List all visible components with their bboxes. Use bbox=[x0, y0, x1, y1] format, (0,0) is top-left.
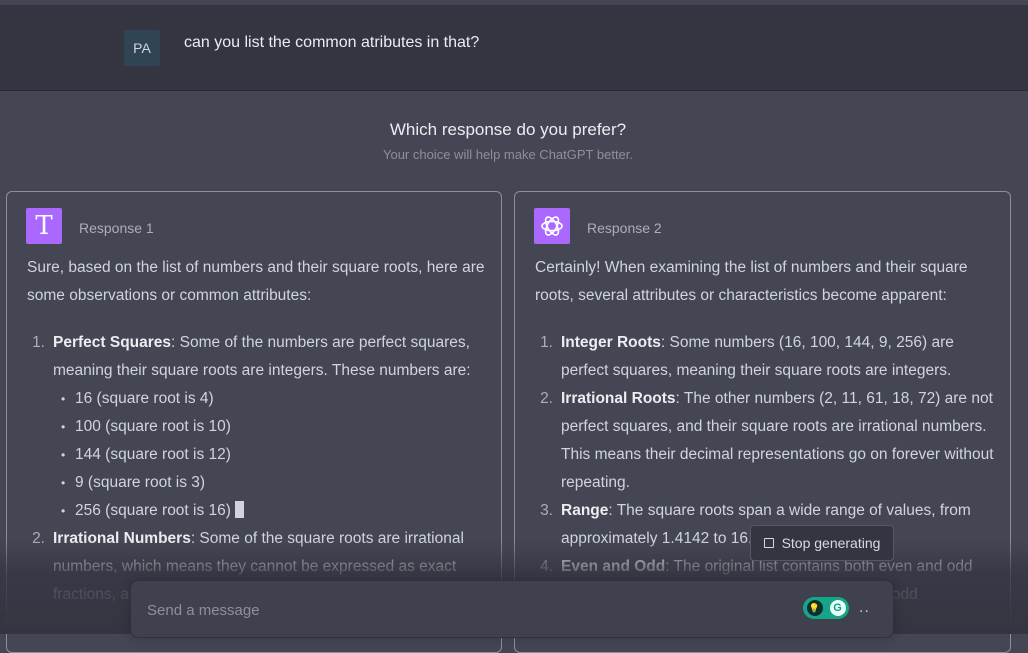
sub-list-item: • 100 (square root is 10) bbox=[61, 418, 231, 435]
sub-list-item: • 9 (square root is 3) bbox=[61, 474, 206, 491]
user-message-text: can you list the common atributes in tha… bbox=[184, 34, 480, 51]
typing-cursor bbox=[234, 501, 244, 518]
message-composer: 💡 G .. bbox=[130, 580, 894, 638]
item-title: Irrational Roots bbox=[561, 390, 676, 407]
response-1-intro: Sure, based on the list of numbers and t… bbox=[27, 259, 485, 304]
item-title: Integer Roots bbox=[561, 334, 661, 351]
openai-logo-icon bbox=[534, 208, 570, 244]
list-item: 1. Perfect Squares: Some of the numbers … bbox=[27, 329, 487, 525]
sub-list-item: • 256 (square root is 16) bbox=[53, 497, 487, 525]
item-title: Even and Odd bbox=[561, 558, 666, 575]
preference-subtitle: Your choice will help make ChatGPT bette… bbox=[382, 147, 634, 162]
message-input[interactable] bbox=[145, 598, 769, 622]
user-message-row: PA can you list the common atributes in … bbox=[0, 5, 1028, 91]
sub-list-item: • 16 (square root is 4) bbox=[61, 390, 214, 407]
stop-generating-button[interactable]: Stop generating bbox=[750, 525, 894, 561]
list-item: 2. Irrational Roots: The other numbers (… bbox=[540, 390, 994, 491]
response-2-label: Response 2 bbox=[587, 220, 662, 236]
item-title: Irrational Numbers bbox=[53, 530, 191, 547]
response-1-list: 1. Perfect Squares: Some of the numbers … bbox=[27, 329, 487, 609]
letter-t-icon: T bbox=[26, 208, 62, 244]
preference-title: Which response do you prefer? bbox=[389, 120, 627, 139]
item-title: Range bbox=[561, 502, 609, 519]
user-avatar: PA bbox=[124, 30, 160, 66]
grammar-extension-widget[interactable]: 💡 G bbox=[803, 597, 849, 619]
item-title: Perfect Squares bbox=[53, 334, 172, 351]
stop-square-icon bbox=[763, 538, 774, 548]
grammarly-icon[interactable]: G bbox=[829, 600, 846, 616]
sub-list: • 16 (square root is 4) • 100 (square root… bbox=[53, 385, 487, 525]
list-item: 1. Integer Roots: Some numbers (16, 100,… bbox=[540, 334, 954, 379]
response-2-list: 1. Integer Roots: Some numbers (16, 100,… bbox=[535, 329, 996, 609]
response-1-label: Response 1 bbox=[79, 220, 154, 236]
sub-list-item: • 144 (square root is 12) bbox=[61, 446, 231, 463]
stop-generating-label: Stop generating bbox=[781, 535, 881, 551]
response-2-intro: Certainly! When examining the list of nu… bbox=[535, 259, 968, 304]
send-indicator[interactable]: .. bbox=[859, 599, 870, 617]
grammar-extension-icon[interactable]: 💡 bbox=[806, 600, 823, 616]
response-1-body: Sure, based on the list of numbers and t… bbox=[27, 254, 487, 609]
